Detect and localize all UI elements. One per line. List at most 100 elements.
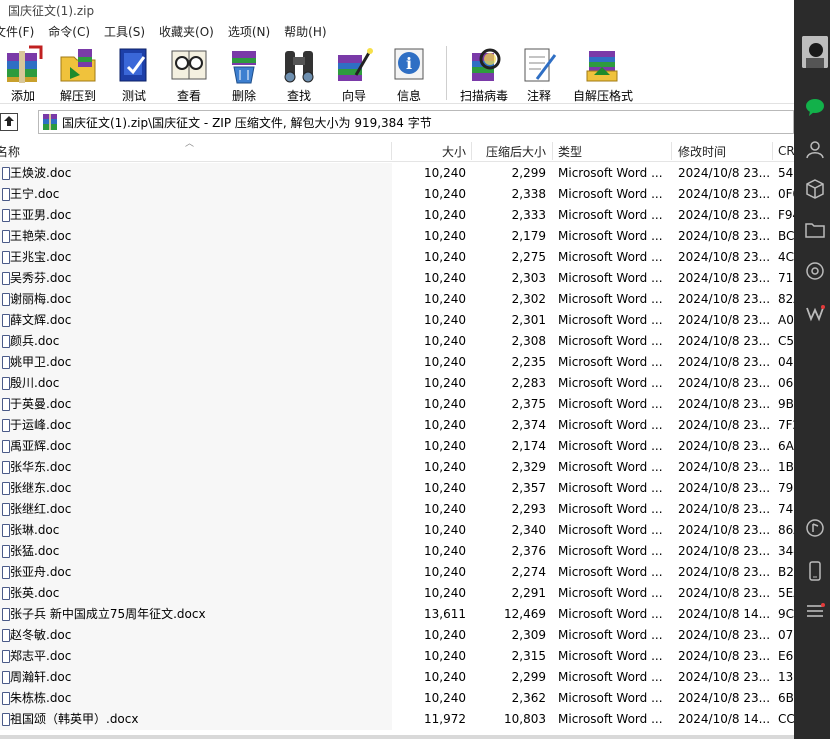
virus-scan-button[interactable]: 扫描病毒 <box>453 42 515 103</box>
file-packed-size: 2,309 <box>511 628 546 642</box>
column-divider[interactable] <box>671 142 672 160</box>
table-row[interactable]: 王焕波.doc 10,240 2,299 Microsoft Word ... 2024… <box>0 163 794 184</box>
address-bar: 国庆征文(1).zip\国庆征文 - ZIP 压缩文件, 解包大小为 919,3… <box>0 109 794 135</box>
phone-icon[interactable] <box>804 560 826 582</box>
view-button[interactable]: 查看 <box>158 42 220 103</box>
table-row[interactable]: 颜兵.doc 10,240 2,308 Microsoft Word ... 2024/… <box>0 331 794 352</box>
column-divider[interactable] <box>772 142 773 160</box>
comment-button[interactable]: 注释 <box>515 42 563 103</box>
file-packed-size: 2,375 <box>511 397 546 411</box>
folder-icon[interactable] <box>804 219 826 241</box>
column-header-type[interactable]: 类型 <box>558 140 582 162</box>
extract-to-icon <box>58 45 98 85</box>
wizard-label: 向导 <box>341 89 366 103</box>
table-row[interactable]: 姚甲卫.doc 10,240 2,235 Microsoft Word ... 2024… <box>0 352 794 373</box>
file-type: Microsoft Word ... <box>558 649 663 663</box>
column-header-crc[interactable]: CRC32 <box>778 140 794 162</box>
delete-button[interactable]: 删除 <box>220 42 268 103</box>
column-header-size[interactable]: 大小 <box>392 140 466 162</box>
table-row[interactable]: 于运峰.doc 10,240 2,374 Microsoft Word ... 2024… <box>0 415 794 436</box>
file-packed-size: 2,362 <box>511 691 546 705</box>
miniprogram-icon[interactable] <box>804 302 826 324</box>
table-row[interactable]: 朱栋栋.doc 10,240 2,362 Microsoft Word ... 2024… <box>0 688 794 709</box>
file-type: Microsoft Word ... <box>558 334 663 348</box>
horizontal-scrollbar[interactable] <box>0 735 794 739</box>
window-title: 国庆征文(1).zip <box>8 3 95 18</box>
file-name: 王宁.doc <box>10 187 60 201</box>
table-row[interactable]: 张英.doc 10,240 2,291 Microsoft Word ... 2024/… <box>0 583 794 604</box>
aperture-icon[interactable] <box>804 260 826 282</box>
extract-to-button[interactable]: 解压到 <box>46 42 110 103</box>
table-row[interactable]: 张继红.doc 10,240 2,293 Microsoft Word ... 2024… <box>0 499 794 520</box>
file-size: 10,240 <box>424 418 466 432</box>
table-row[interactable]: 张猛.doc 10,240 2,376 Microsoft Word ... 2024/… <box>0 541 794 562</box>
menu-tools[interactable]: 工具(S) <box>97 23 152 40</box>
table-row[interactable]: 吴秀芬.doc 10,240 2,303 Microsoft Word ... 2024… <box>0 268 794 289</box>
table-row[interactable]: 张亚舟.doc 10,240 2,274 Microsoft Word ... 2024… <box>0 562 794 583</box>
file-packed-size: 2,293 <box>511 502 546 516</box>
find-button[interactable]: 查找 <box>268 42 330 103</box>
file-modified-time: 2024/10/8 23... <box>678 439 771 453</box>
file-packed-size: 2,274 <box>511 565 546 579</box>
file-size: 10,240 <box>424 544 466 558</box>
up-arrow-icon <box>3 115 15 130</box>
up-folder-button[interactable] <box>0 113 18 131</box>
file-packed-size: 2,338 <box>511 187 546 201</box>
file-size: 10,240 <box>424 187 466 201</box>
file-name: 谢丽梅.doc <box>10 292 72 306</box>
file-crc: 04E <box>778 355 794 369</box>
column-header-packed[interactable]: 压缩后大小 <box>472 140 546 162</box>
sfx-button[interactable]: 自解压格式 <box>563 42 643 103</box>
file-crc: 1B <box>778 460 794 474</box>
table-row[interactable]: 郑志平.doc 10,240 2,315 Microsoft Word ... 2024… <box>0 646 794 667</box>
table-row[interactable]: 王艳荣.doc 10,240 2,179 Microsoft Word ... 2024… <box>0 226 794 247</box>
column-divider[interactable] <box>552 142 553 160</box>
path-field[interactable]: 国庆征文(1).zip\国庆征文 - ZIP 压缩文件, 解包大小为 919,3… <box>38 110 794 134</box>
table-row[interactable]: 禹亚辉.doc 10,240 2,174 Microsoft Word ... 2024… <box>0 436 794 457</box>
menu-file[interactable]: 文件(F) <box>0 23 41 40</box>
file-name: 张继红.doc <box>10 502 72 516</box>
table-row[interactable]: 祖国颂（韩英甲）.docx 11,972 10,803 Microsoft Word … <box>0 709 794 730</box>
table-row[interactable]: 张华东.doc 10,240 2,329 Microsoft Word ... 2024… <box>0 457 794 478</box>
table-row[interactable]: 王宁.doc 10,240 2,338 Microsoft Word ... 2024/… <box>0 184 794 205</box>
chat-icon[interactable] <box>804 96 826 118</box>
table-row[interactable]: 王兆宝.doc 10,240 2,275 Microsoft Word ... 2024… <box>0 247 794 268</box>
table-row[interactable]: 张琳.doc 10,240 2,340 Microsoft Word ... 2024/… <box>0 520 794 541</box>
file-modified-time: 2024/10/8 23... <box>678 187 771 201</box>
table-row[interactable]: 王亚男.doc 10,240 2,333 Microsoft Word ... 2024… <box>0 205 794 226</box>
file-size: 10,240 <box>424 250 466 264</box>
wizard-button[interactable]: 向导 <box>330 42 378 103</box>
file-packed-size: 2,303 <box>511 271 546 285</box>
table-row[interactable]: 赵冬敏.doc 10,240 2,309 Microsoft Word ... 2024… <box>0 625 794 646</box>
contacts-icon[interactable] <box>804 138 826 160</box>
menu-options[interactable]: 选项(N) <box>221 23 277 40</box>
menu-favorites[interactable]: 收藏夹(O) <box>152 23 221 40</box>
column-header-mtime[interactable]: 修改时间 <box>678 140 726 162</box>
menu-icon[interactable] <box>804 600 826 622</box>
table-row[interactable]: 张继东.doc 10,240 2,357 Microsoft Word ... 2024… <box>0 478 794 499</box>
table-row[interactable]: 殷川.doc 10,240 2,283 Microsoft Word ... 2024/… <box>0 373 794 394</box>
test-button[interactable]: 测试 <box>110 42 158 103</box>
info-button[interactable]: i 信息 <box>378 42 440 103</box>
menu-commands[interactable]: 命令(C) <box>41 23 97 40</box>
file-size: 10,240 <box>424 292 466 306</box>
file-crc: 9B <box>778 397 794 411</box>
box-icon[interactable] <box>804 178 826 200</box>
add-button[interactable]: 添加 <box>0 42 46 103</box>
menu-help[interactable]: 帮助(H) <box>277 23 333 40</box>
table-row[interactable]: 于英曼.doc 10,240 2,375 Microsoft Word ... 2024… <box>0 394 794 415</box>
file-packed-size: 2,374 <box>511 418 546 432</box>
table-row[interactable]: 张子兵 新中国成立75周年征文.docx 13,611 12,469 Microsof… <box>0 604 794 625</box>
avatar[interactable] <box>802 36 828 68</box>
file-name: 张子兵 新中国成立75周年征文.docx <box>10 607 206 621</box>
table-row[interactable]: 薛文辉.doc 10,240 2,301 Microsoft Word ... 2024… <box>0 310 794 331</box>
file-type: Microsoft Word ... <box>558 229 663 243</box>
table-row[interactable]: 谢丽梅.doc 10,240 2,302 Microsoft Word ... 2024… <box>0 289 794 310</box>
menu-bar: 文件(F) 命令(C) 工具(S) 收藏夹(O) 选项(N) 帮助(H) <box>0 21 794 41</box>
channels-icon[interactable] <box>804 517 826 539</box>
table-row[interactable]: 周瀚轩.doc 10,240 2,299 Microsoft Word ... 2024… <box>0 667 794 688</box>
file-packed-size: 2,235 <box>511 355 546 369</box>
file-type: Microsoft Word ... <box>558 376 663 390</box>
file-type: Microsoft Word ... <box>558 481 663 495</box>
column-header-name[interactable]: 名称 <box>0 140 20 162</box>
